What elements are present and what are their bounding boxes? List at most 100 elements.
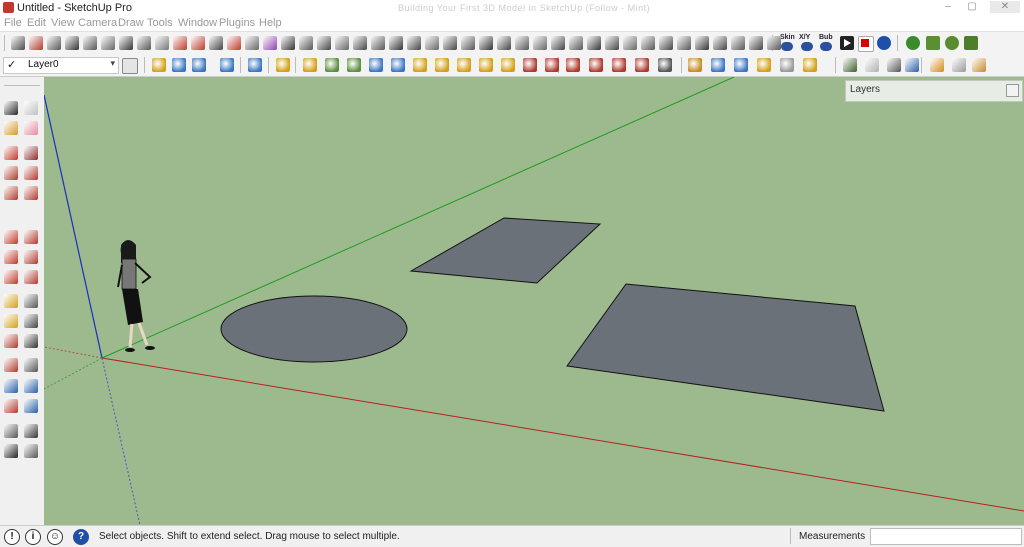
walk-icon[interactable] <box>4 444 18 458</box>
toolbar-tool-icon[interactable] <box>173 36 187 50</box>
close-button[interactable]: ✕ <box>990 1 1020 13</box>
user-icon[interactable]: ☺ <box>47 529 63 545</box>
menu-camera[interactable]: Camera <box>78 17 117 29</box>
toolbar-tool-icon[interactable] <box>803 58 817 72</box>
text-icon[interactable] <box>24 314 38 328</box>
toolbar-tool-icon[interactable] <box>335 36 349 50</box>
toolbar-tool-icon[interactable] <box>83 36 97 50</box>
toolbar-tool-icon[interactable] <box>623 36 637 50</box>
measurements-input[interactable] <box>870 528 1022 545</box>
menu-edit[interactable]: Edit <box>27 17 46 29</box>
menu-file[interactable]: File <box>4 17 22 29</box>
panel-collapse-button[interactable] <box>1006 84 1019 97</box>
toolbar-tool-icon[interactable] <box>369 58 383 72</box>
help-icon[interactable]: ? <box>73 529 89 545</box>
toolbar-tool-icon[interactable] <box>612 58 626 72</box>
toolbar-tool-icon[interactable] <box>389 36 403 50</box>
plant-icon[interactable] <box>906 36 920 50</box>
toolbar-tool-icon[interactable] <box>413 58 427 72</box>
axes-icon[interactable] <box>4 334 18 348</box>
zoom-extents-icon[interactable] <box>4 399 18 413</box>
toolbar-tool-icon[interactable] <box>29 36 43 50</box>
toolbar-tool-icon[interactable] <box>780 58 794 72</box>
rectangle-face-small[interactable] <box>409 217 602 284</box>
toolbar-tool-icon[interactable] <box>65 36 79 50</box>
position-camera-icon[interactable] <box>4 424 18 438</box>
menu-view[interactable]: View <box>51 17 75 29</box>
refresh-icon[interactable] <box>877 36 891 50</box>
toolbar-tool-icon[interactable] <box>425 36 439 50</box>
layer-dropdown[interactable]: ✓ Layer0 ▾ <box>3 57 119 74</box>
pan-icon[interactable] <box>24 358 38 372</box>
toolbar-tool-icon[interactable] <box>523 58 537 72</box>
toolbar-tool-icon[interactable] <box>192 58 206 72</box>
toolbar-tool-icon[interactable] <box>443 36 457 50</box>
rectangle-icon[interactable] <box>4 146 18 160</box>
dimension-icon[interactable] <box>24 294 38 308</box>
toolbar-tool-icon[interactable] <box>757 58 771 72</box>
scale-icon[interactable] <box>4 270 18 284</box>
toolbar-tool-icon[interactable] <box>635 58 649 72</box>
ellipse-face[interactable] <box>220 295 408 363</box>
layers-panel[interactable]: Layers <box>845 80 1023 102</box>
polygon-icon[interactable] <box>4 186 18 200</box>
toolbar-tool-icon[interactable] <box>137 36 151 50</box>
toolbar-tool-icon[interactable] <box>391 58 405 72</box>
select-icon[interactable] <box>4 101 18 115</box>
toolbar-tool-icon[interactable] <box>688 58 702 72</box>
toolbar-tool-icon[interactable] <box>119 36 133 50</box>
toolbar-tool-icon[interactable] <box>545 58 559 72</box>
paint-bucket-icon[interactable] <box>4 121 18 135</box>
toolbar-tool-icon[interactable] <box>731 36 745 50</box>
toolbar-tool-icon[interactable] <box>11 36 25 50</box>
drawing-viewport[interactable] <box>44 77 1024 525</box>
toolbar-tool-icon[interactable] <box>479 36 493 50</box>
toolbar-tool-icon[interactable] <box>501 58 515 72</box>
toolbar-tool-icon[interactable] <box>749 36 763 50</box>
toolbar-tool-icon[interactable] <box>245 36 259 50</box>
toolbar-tool-icon[interactable] <box>952 58 966 72</box>
toolbar-tool-icon[interactable] <box>220 58 234 72</box>
section-plane-icon[interactable] <box>24 444 38 458</box>
look-around-icon[interactable] <box>24 424 38 438</box>
eraser-icon[interactable] <box>24 121 38 135</box>
minimize-button[interactable]: – <box>938 1 958 13</box>
tape-icon[interactable] <box>4 294 18 308</box>
toolbar-tool-icon[interactable] <box>972 58 986 72</box>
toolbar-tool-icon[interactable] <box>155 36 169 50</box>
toolbar-tool-icon[interactable] <box>533 36 547 50</box>
zoom-window-icon[interactable] <box>24 379 38 393</box>
toolbar-tool-icon[interactable] <box>281 36 295 50</box>
toolbar-tool-icon[interactable] <box>347 58 361 72</box>
toolbar-tool-icon[interactable] <box>695 36 709 50</box>
tree2-icon[interactable] <box>964 36 978 50</box>
toolbar-tool-icon[interactable] <box>905 58 919 72</box>
skin-button[interactable]: Skin <box>780 34 795 41</box>
toolbar-tool-icon[interactable] <box>677 36 691 50</box>
toolbar-tool-icon[interactable] <box>303 58 317 72</box>
followme-icon[interactable] <box>24 250 38 264</box>
arc-icon[interactable] <box>24 166 38 180</box>
bub-button[interactable]: Bub <box>819 34 833 41</box>
toolbar-tool-icon[interactable] <box>605 36 619 50</box>
toolbar-tool-icon[interactable] <box>865 58 879 72</box>
toolbar-tool-icon[interactable] <box>276 58 290 72</box>
orbit-icon[interactable] <box>4 358 18 372</box>
toolbar-tool-icon[interactable] <box>371 36 385 50</box>
line-icon[interactable] <box>24 146 38 160</box>
toolbar-tool-icon[interactable] <box>497 36 511 50</box>
pushpull-icon[interactable] <box>24 230 38 244</box>
zoom-icon[interactable] <box>4 379 18 393</box>
menu-plugins[interactable]: Plugins <box>219 17 255 29</box>
menu-help[interactable]: Help <box>259 17 282 29</box>
move-icon[interactable] <box>4 230 18 244</box>
menu-window[interactable]: Window <box>178 17 217 29</box>
toolbar-tool-icon[interactable] <box>658 58 672 72</box>
menu-tools[interactable]: Tools <box>147 17 173 29</box>
stop-icon[interactable] <box>858 36 874 52</box>
toolbar-tool-icon[interactable] <box>767 36 781 50</box>
play-icon[interactable] <box>840 36 854 50</box>
offset-icon[interactable] <box>24 270 38 284</box>
info-icon[interactable]: i <box>25 529 41 545</box>
grass-icon[interactable] <box>926 36 940 50</box>
